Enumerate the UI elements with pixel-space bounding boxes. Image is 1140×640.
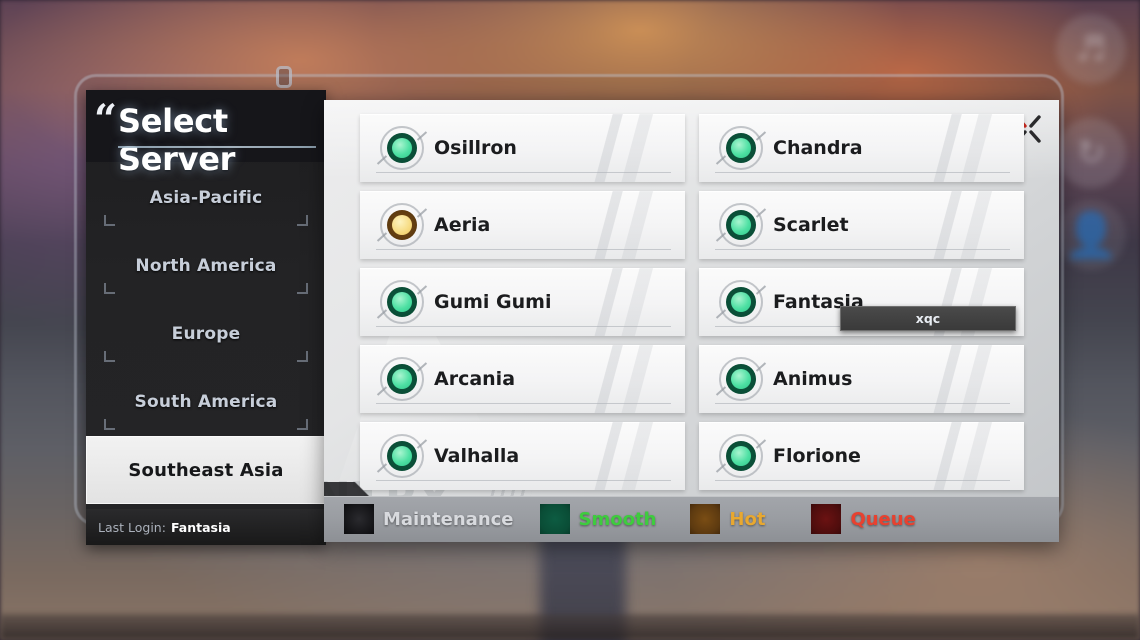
- server-underline: [376, 480, 671, 481]
- orb-gem-icon: [726, 287, 756, 317]
- server-button[interactable]: Animus: [699, 345, 1024, 413]
- orb-gem-icon: [387, 287, 417, 317]
- server-status-orb-icon: [376, 280, 428, 324]
- corner-bracket-icon: [104, 351, 115, 362]
- server-status-orb-icon: [376, 357, 428, 401]
- server-name: Florione: [773, 445, 861, 467]
- orb-gem-icon: [387, 133, 417, 163]
- last-login-bar: Last Login: Fantasia: [86, 509, 326, 545]
- legend-item: Hot: [690, 504, 765, 534]
- server-grid: Osillron Chandra Aeria Scarlet Gumi Gumi Fant…: [360, 114, 1024, 490]
- server-underline: [376, 249, 671, 250]
- orb-gem-icon: [726, 133, 756, 163]
- corner-bracket-icon: [297, 283, 308, 294]
- server-status-orb-icon: [715, 203, 767, 247]
- server-status-orb-icon: [715, 280, 767, 324]
- legend-item: Queue: [811, 504, 916, 534]
- server-status-orb-icon: [715, 357, 767, 401]
- server-status-orb-icon: [376, 126, 428, 170]
- corner-bracket-icon: [104, 215, 115, 226]
- region-label: Asia-Pacific: [149, 188, 263, 208]
- server-underline: [715, 172, 1010, 173]
- orb-gem-icon: [387, 441, 417, 471]
- server-button[interactable]: Florione: [699, 422, 1024, 490]
- legend-status-orb-icon: [811, 504, 842, 534]
- corner-bracket-icon: [104, 419, 115, 430]
- orb-gem-icon: [387, 364, 417, 394]
- server-status-orb-icon: [715, 126, 767, 170]
- orb-gem-icon: [539, 504, 570, 534]
- corner-bracket-icon: [297, 215, 308, 226]
- server-button[interactable]: Scarlet: [699, 191, 1024, 259]
- server-button[interactable]: Osillron: [360, 114, 685, 182]
- region-label: South America: [134, 392, 278, 412]
- last-login-label: Last Login:: [98, 520, 166, 535]
- orb-gem-icon: [387, 210, 417, 240]
- orb-gem-icon: [690, 504, 721, 534]
- server-button[interactable]: Chandra: [699, 114, 1024, 182]
- orb-gem-icon: [726, 210, 756, 240]
- legend-label: Hot: [729, 508, 766, 530]
- sidebar-item-region[interactable]: Europe: [86, 300, 326, 368]
- server-name: Scarlet: [773, 214, 849, 236]
- server-status-orb-icon: [715, 434, 767, 478]
- corner-bracket-icon: [104, 283, 115, 294]
- server-status-orb-icon: [376, 203, 428, 247]
- server-button[interactable]: Gumi Gumi: [360, 268, 685, 336]
- sidebar-item-region[interactable]: Southeast Asia: [86, 436, 326, 504]
- last-login-value: Fantasia: [170, 520, 231, 535]
- server-underline: [715, 403, 1010, 404]
- orb-gem-icon: [344, 504, 374, 534]
- title-divider: [118, 146, 316, 148]
- game-screen: ♬ ↻ 👤 “ Select Server Asia-Pacific North …: [0, 0, 1140, 640]
- avatar-icon: 👤: [1056, 200, 1126, 270]
- region-label: Europe: [171, 324, 241, 344]
- refresh-icon: ↻: [1056, 118, 1126, 188]
- sidebar-item-region[interactable]: North America: [86, 232, 326, 300]
- sidebar-item-region[interactable]: Asia-Pacific: [86, 164, 326, 232]
- server-button[interactable]: Aeria: [360, 191, 685, 259]
- sidebar-header: “ Select Server: [86, 90, 326, 178]
- server-button[interactable]: Arcania: [360, 345, 685, 413]
- region-label: Southeast Asia: [128, 459, 284, 481]
- legend-item: Maintenance: [344, 504, 514, 534]
- background-ground-strip: [0, 614, 1140, 640]
- server-button[interactable]: Valhalla: [360, 422, 685, 490]
- legend-label: Smooth: [578, 508, 657, 530]
- device-clip: [276, 66, 292, 88]
- sidebar-item-region[interactable]: South America: [86, 368, 326, 436]
- corner-bracket-icon: [297, 419, 308, 430]
- server-name: Gumi Gumi: [434, 291, 552, 313]
- server-tooltip: xqc: [840, 306, 1016, 331]
- server-status-orb-icon: [376, 434, 428, 478]
- orb-gem-icon: [811, 504, 842, 534]
- server-name: Chandra: [773, 137, 863, 159]
- server-name: Animus: [773, 368, 853, 390]
- server-underline: [715, 480, 1010, 481]
- legend-status-orb-icon: [539, 504, 570, 534]
- quote-mark-icon: “: [94, 96, 118, 143]
- corner-bracket-icon: [297, 351, 308, 362]
- orb-gem-icon: [726, 441, 756, 471]
- legend-status-orb-icon: [690, 504, 721, 534]
- legend-status-orb-icon: [344, 504, 374, 534]
- legend-item: Smooth: [539, 504, 657, 534]
- region-label: North America: [135, 256, 277, 276]
- server-underline: [376, 172, 671, 173]
- region-list: Asia-Pacific North America Europe South Ame…: [86, 162, 326, 504]
- orb-gem-icon: [726, 364, 756, 394]
- headphones-icon: ♬: [1056, 14, 1126, 84]
- legend-label: Queue: [850, 508, 916, 530]
- server-name: Osillron: [434, 137, 517, 159]
- status-legend: Maintenance Smooth Hot Queue: [324, 496, 1059, 542]
- server-name: Aeria: [434, 214, 491, 236]
- region-sidebar: “ Select Server Asia-Pacific North Americ…: [86, 90, 326, 545]
- server-name: Arcania: [434, 368, 516, 390]
- server-underline: [376, 326, 671, 327]
- server-underline: [376, 403, 671, 404]
- server-name: Valhalla: [434, 445, 520, 467]
- legend-label: Maintenance: [383, 508, 514, 530]
- server-underline: [715, 249, 1010, 250]
